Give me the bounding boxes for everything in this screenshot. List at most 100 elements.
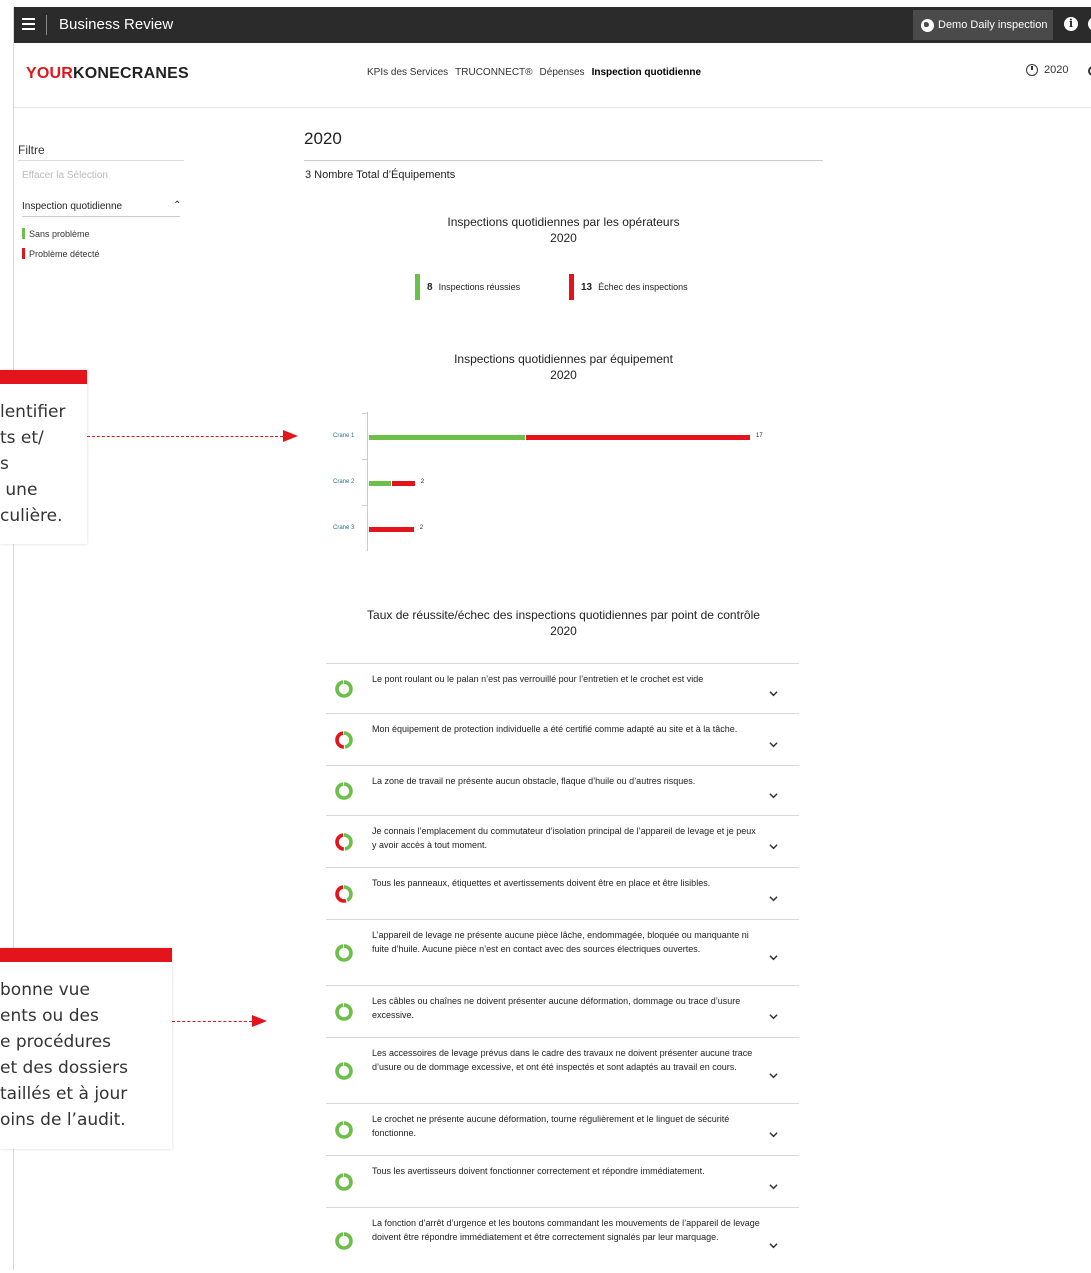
legend-item-ok[interactable]: Sans problème — [22, 228, 90, 239]
chevron-down-icon[interactable] — [769, 1237, 778, 1248]
checkpoint-text: Je connais l’emplacement du commutateur … — [372, 826, 756, 850]
category-label: Crane 3 — [333, 525, 355, 531]
chevron-up-icon[interactable]: ⌃ — [173, 200, 181, 211]
pass-fail-donut-icon — [335, 1003, 353, 1021]
legend-label-ok: Sans problème — [29, 228, 90, 239]
kpi-passed-bar — [415, 274, 420, 300]
legend-label-problem: Problème détecté — [29, 248, 100, 259]
info-icon[interactable]: i — [1064, 17, 1078, 31]
app-frame: Business Review Demo Daily inspection i … — [13, 7, 1091, 1270]
callout-checkpoints: bonne vue ents ou des e procédures et de… — [0, 948, 172, 1149]
kpi-failed: 13 Échec des inspections — [569, 274, 688, 300]
callout-red-bar — [0, 948, 172, 962]
chart-bar[interactable] — [526, 435, 750, 440]
checkpoint-row[interactable]: Le pont roulant ou le palan n’est pas ve… — [326, 663, 799, 713]
kpi-failed-bar — [569, 274, 574, 300]
chevron-down-icon[interactable] — [769, 1008, 778, 1019]
equipment-year: 2020 — [550, 368, 577, 382]
clear-selection-link[interactable]: Effacer la Sélection — [22, 170, 108, 181]
filter-section-daily-inspection[interactable]: Inspection quotidienne — [22, 201, 122, 212]
konecranes-logo[interactable]: YOURKONECRANES — [26, 65, 189, 83]
checkpoint-row[interactable]: Le crochet ne présente aucune déformatio… — [326, 1103, 799, 1155]
checkpoint-text: Le crochet ne présente aucune déformatio… — [372, 1114, 730, 1138]
chevron-down-icon[interactable] — [769, 1178, 778, 1189]
chevron-down-icon[interactable] — [769, 736, 778, 747]
legend-item-problem[interactable]: Problème détecté — [22, 248, 100, 259]
bar-total-label: 2 — [419, 525, 424, 531]
checkpoint-text: La fonction d’arrêt d’urgence et les bou… — [372, 1218, 760, 1242]
total-equipment: 3 Nombre Total d’Équipements — [305, 169, 456, 181]
equipment-section-title: Inspections quotidiennes par équipement … — [304, 351, 823, 383]
chevron-down-icon[interactable] — [769, 787, 778, 798]
kpi-failed-value: 13 — [581, 281, 593, 293]
checkpoint-text: La zone de travail ne présente aucun obs… — [372, 776, 696, 786]
title-divider — [304, 160, 823, 161]
nav-item-4[interactable]: Inspection quotidienne — [592, 67, 701, 78]
globe-icon — [921, 18, 934, 32]
demo-account-button[interactable]: Demo Daily inspection — [913, 10, 1053, 40]
checkpoint-row[interactable]: Les accessoires de levage prévus dans le… — [326, 1037, 799, 1103]
arrow-right-icon — [252, 1015, 267, 1027]
pass-fail-donut-icon — [335, 1173, 353, 1191]
callout-equipment: lentifier ts et/ s une culière. — [0, 370, 87, 544]
main-nav: KPIs des Services TRUCONNECT® Dépenses Insp… — [367, 67, 708, 78]
pass-fail-donut-icon — [335, 1232, 353, 1250]
arrow-right-icon — [283, 430, 298, 442]
checkpoint-text: Tous les avertisseurs doivent fonctionne… — [372, 1166, 705, 1176]
chart-bar[interactable] — [369, 435, 526, 440]
year-selector[interactable]: 2020 — [1026, 64, 1068, 76]
filter-section-divider — [22, 216, 180, 217]
checkpoint-text: Les accessoires de levage prévus dans le… — [372, 1048, 753, 1072]
hamburger-menu-icon[interactable] — [22, 18, 35, 31]
checkpoint-row[interactable]: La fonction d’arrêt d’urgence et les bou… — [326, 1207, 799, 1273]
checkpoint-text: Les câbles ou chaînes ne doivent présent… — [372, 996, 741, 1020]
kpi-failed-label: Échec des inspections — [598, 282, 688, 292]
bar-total-label: 17 — [756, 433, 763, 439]
chevron-down-icon[interactable] — [769, 1126, 778, 1137]
top-bar: Business Review Demo Daily inspection i — [14, 7, 1091, 43]
chart-axis — [367, 412, 368, 551]
filter-divider — [18, 160, 184, 161]
equipment-title: Inspections quotidiennes par équipement — [454, 352, 673, 366]
checkpoint-row[interactable]: Tous les panneaux, étiquettes et avertis… — [326, 867, 799, 919]
app-title: Business Review — [59, 16, 174, 33]
chevron-down-icon[interactable] — [769, 890, 778, 901]
checkpoint-title: Taux de réussite/échec des inspections q… — [367, 608, 760, 622]
topbar-divider — [46, 15, 47, 35]
nav-item-2[interactable]: TRUCONNECT® — [455, 67, 532, 78]
year-selector-label: 2020 — [1044, 64, 1069, 76]
pass-fail-donut-icon — [335, 885, 353, 903]
checkpoint-row[interactable]: Je connais l’emplacement du commutateur … — [326, 815, 799, 867]
pass-fail-donut-icon — [335, 782, 353, 800]
pass-fail-donut-icon — [335, 833, 353, 851]
nav-item-1[interactable]: KPIs des Services — [367, 67, 448, 78]
nav-item-3[interactable]: Dépenses — [540, 67, 585, 78]
checkpoint-row[interactable]: L’appareil de levage ne présente aucune … — [326, 919, 799, 985]
chevron-down-icon[interactable] — [769, 949, 778, 960]
checkpoint-row[interactable]: La zone de travail ne présente aucun obs… — [326, 765, 799, 815]
clock-icon — [1026, 64, 1038, 76]
category-label: Crane 2 — [333, 479, 355, 485]
legend-swatch-ok — [22, 228, 25, 239]
callout-checkpoints-text: bonne vue ents ou des e procédures et de… — [0, 980, 128, 1130]
chart-bar[interactable] — [369, 481, 392, 486]
checkpoint-row[interactable]: Mon équipement de protection individuell… — [326, 713, 799, 765]
operators-year: 2020 — [550, 231, 577, 245]
chart-tick — [362, 413, 368, 414]
chart-tick — [362, 459, 368, 460]
checkpoint-row[interactable]: Tous les avertisseurs doivent fonctionne… — [326, 1155, 799, 1207]
chevron-down-icon[interactable] — [769, 1067, 778, 1078]
chart-bar[interactable] — [369, 527, 414, 532]
category-label: Crane 1 — [333, 433, 355, 439]
chevron-down-icon[interactable] — [769, 685, 778, 696]
pass-fail-donut-icon — [335, 680, 353, 698]
kpi-passed-label: Inspections réussies — [438, 282, 521, 292]
pass-fail-donut-icon — [335, 1062, 353, 1080]
callout-equipment-text: lentifier ts et/ s une culière. — [0, 402, 66, 526]
chart-tick — [362, 505, 368, 506]
chart-bar[interactable] — [392, 481, 415, 486]
checkpoint-row[interactable]: Les câbles ou chaînes ne doivent présent… — [326, 985, 799, 1037]
checkpoint-list: Le pont roulant ou le palan n’est pas ve… — [326, 663, 799, 1273]
checkpoint-section-title: Taux de réussite/échec des inspections q… — [304, 607, 823, 639]
chevron-down-icon[interactable] — [769, 838, 778, 849]
